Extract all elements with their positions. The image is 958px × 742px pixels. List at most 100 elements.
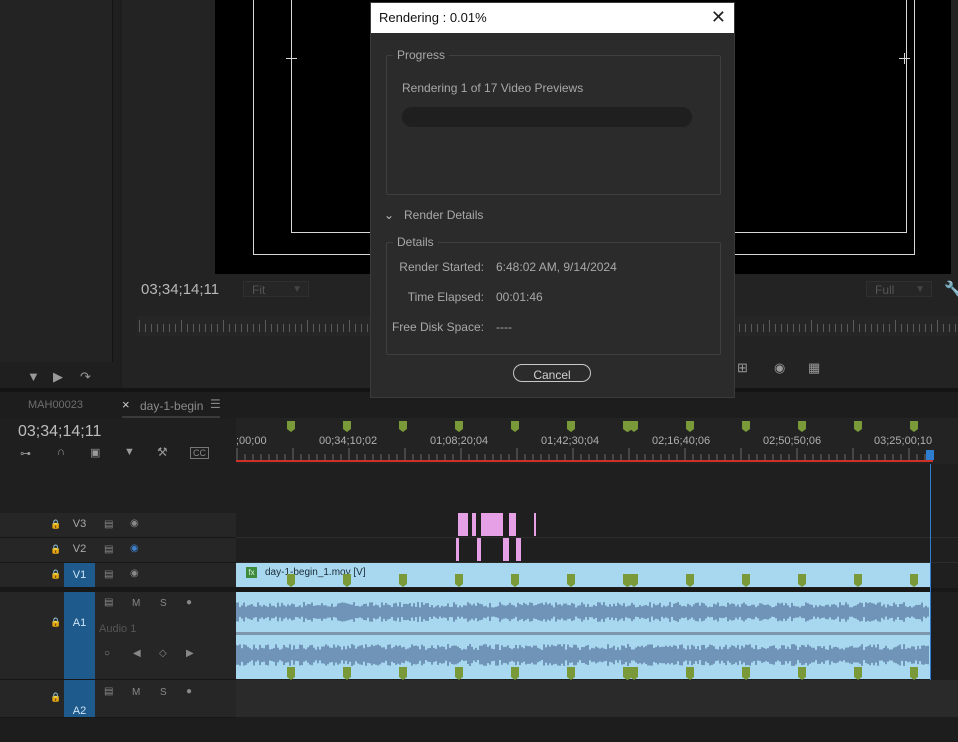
- fit-select[interactable]: Fit▼: [243, 281, 309, 297]
- clip-marker[interactable]: [287, 667, 295, 677]
- ruler-label-2: 01;08;20;04: [430, 435, 488, 447]
- sequence-marker[interactable]: [567, 421, 575, 432]
- program-timecode[interactable]: 03;34;14;11: [141, 281, 219, 298]
- timeline-timecode[interactable]: 03;34;14;11: [18, 423, 101, 441]
- clip-marker[interactable]: [567, 667, 575, 677]
- render-details-toggle[interactable]: Render Details: [404, 208, 483, 222]
- sequence-marker[interactable]: [630, 421, 638, 432]
- cancel-button[interactable]: Cancel: [513, 364, 591, 382]
- sequence-marker[interactable]: [686, 421, 694, 432]
- sequence-marker[interactable]: [742, 421, 750, 432]
- insert-icon[interactable]: ▶: [53, 369, 63, 385]
- sequence-marker[interactable]: [287, 421, 295, 432]
- monitor-ruler-tick: [751, 324, 752, 332]
- chevron-down-icon[interactable]: ⌄: [384, 208, 394, 222]
- clip-marker[interactable]: [455, 574, 463, 584]
- clip-marker[interactable]: [511, 574, 519, 584]
- close-icon[interactable]: ✕: [711, 7, 726, 28]
- clip-marker[interactable]: [854, 667, 862, 677]
- clip-marker[interactable]: [511, 667, 519, 677]
- dialog-title-bar: Rendering : 0.01% ✕: [371, 3, 734, 33]
- add-marker-icon[interactable]: ▼: [124, 446, 135, 458]
- clip-marker[interactable]: [910, 574, 918, 584]
- export-frame-icon[interactable]: ↷: [80, 369, 91, 385]
- monitor-ruler-tick: [175, 324, 176, 332]
- monitor-ruler-tick: [853, 320, 854, 332]
- monitor-ruler-tick: [235, 324, 236, 332]
- timeline-ruler[interactable]: ;00;00 00;34;10;02 01;08;20;04 01;42;30;…: [236, 418, 958, 464]
- monitor-ruler-tick: [343, 324, 344, 332]
- monitor-ruler-tick: [181, 320, 182, 332]
- quality-select[interactable]: Full▼: [866, 281, 932, 297]
- clip-marker[interactable]: [343, 667, 351, 677]
- tab-menu-icon[interactable]: ☰: [210, 397, 221, 411]
- compare-view-icon[interactable]: ▦: [808, 360, 820, 376]
- monitor-ruler-tick: [817, 324, 818, 332]
- monitor-ruler-tick: [253, 324, 254, 332]
- monitor-ruler-tick: [937, 320, 938, 332]
- camera-icon[interactable]: ◉: [774, 360, 785, 376]
- playhead-handle[interactable]: [926, 450, 934, 460]
- tab-day-1-begin[interactable]: day-1-begin: [140, 399, 203, 413]
- clip-marker[interactable]: [798, 574, 806, 584]
- clip-marker[interactable]: [742, 667, 750, 677]
- dialog-title: Rendering : 0.01%: [379, 10, 487, 25]
- nest-icon[interactable]: ⊶: [20, 447, 31, 460]
- sequence-marker[interactable]: [399, 421, 407, 432]
- details-group: Details Render Started: 6:48:02 AM, 9/14…: [386, 235, 721, 355]
- project-panel-content: [0, 0, 113, 362]
- clip-marker[interactable]: [399, 667, 407, 677]
- clip-marker[interactable]: [854, 574, 862, 584]
- linked-selection-icon[interactable]: ▣: [90, 446, 100, 459]
- ruler-label-0: ;00;00: [236, 435, 267, 447]
- clip-marker[interactable]: [630, 667, 638, 677]
- monitor-ruler-tick: [367, 324, 368, 332]
- clip-marker[interactable]: [567, 574, 575, 584]
- clip-marker[interactable]: [686, 574, 694, 584]
- timeline-settings-icon[interactable]: ⚒: [157, 445, 168, 459]
- wrench-icon[interactable]: 🔧: [944, 280, 958, 298]
- monitor-ruler-tick: [217, 324, 218, 332]
- clip-marker[interactable]: [910, 667, 918, 677]
- render-started-value: 6:48:02 AM, 9/14/2024: [496, 260, 617, 274]
- chevron-down-icon: ▼: [915, 282, 925, 298]
- clip-marker[interactable]: [343, 574, 351, 584]
- details-legend: Details: [393, 235, 438, 249]
- clip-marker[interactable]: [287, 574, 295, 584]
- progress-legend: Progress: [393, 48, 449, 62]
- tab-mah00023[interactable]: MAH00023: [28, 399, 83, 411]
- sequence-marker[interactable]: [854, 421, 862, 432]
- free-disk-space-label: Free Disk Space:: [392, 320, 484, 334]
- sequence-marker[interactable]: [511, 421, 519, 432]
- captions-icon[interactable]: CC: [190, 447, 209, 459]
- clip-marker-layer: [0, 464, 958, 717]
- clip-marker[interactable]: [630, 574, 638, 584]
- clip-marker[interactable]: [399, 574, 407, 584]
- clip-marker[interactable]: [742, 574, 750, 584]
- lift-icon[interactable]: ⊞: [737, 360, 748, 376]
- monitor-ruler-tick: [259, 324, 260, 332]
- monitor-ruler-tick: [799, 324, 800, 332]
- sequence-marker[interactable]: [455, 421, 463, 432]
- sequence-marker[interactable]: [798, 421, 806, 432]
- monitor-ruler-tick: [793, 324, 794, 332]
- ruler-label-5: 02;50;50;06: [763, 435, 821, 447]
- monitor-ruler-tick: [943, 324, 944, 332]
- clip-marker[interactable]: [455, 667, 463, 677]
- monitor-ruler-tick: [241, 324, 242, 332]
- clip-marker[interactable]: [686, 667, 694, 677]
- filter-icon[interactable]: ▼: [27, 369, 40, 384]
- sequence-marker[interactable]: [343, 421, 351, 432]
- clip-marker[interactable]: [798, 667, 806, 677]
- timeline-tracks: 🔒 V3 ▤ ◉ 🔒 V2 ▤ ◉ 🔒 V1 ▤ ◉ 🔒 A1 ▤ M S ● …: [0, 464, 958, 717]
- monitor-ruler-tick: [913, 324, 914, 332]
- close-tab-icon[interactable]: ×: [122, 397, 130, 412]
- sequence-marker[interactable]: [910, 421, 918, 432]
- monitor-ruler-tick: [271, 324, 272, 332]
- snap-magnet-icon[interactable]: ∩: [57, 446, 65, 458]
- monitor-ruler-tick: [889, 324, 890, 332]
- monitor-ruler-tick: [169, 324, 170, 332]
- monitor-ruler-tick: [859, 324, 860, 332]
- monitor-ruler-tick: [865, 324, 866, 332]
- monitor-ruler-tick: [199, 324, 200, 332]
